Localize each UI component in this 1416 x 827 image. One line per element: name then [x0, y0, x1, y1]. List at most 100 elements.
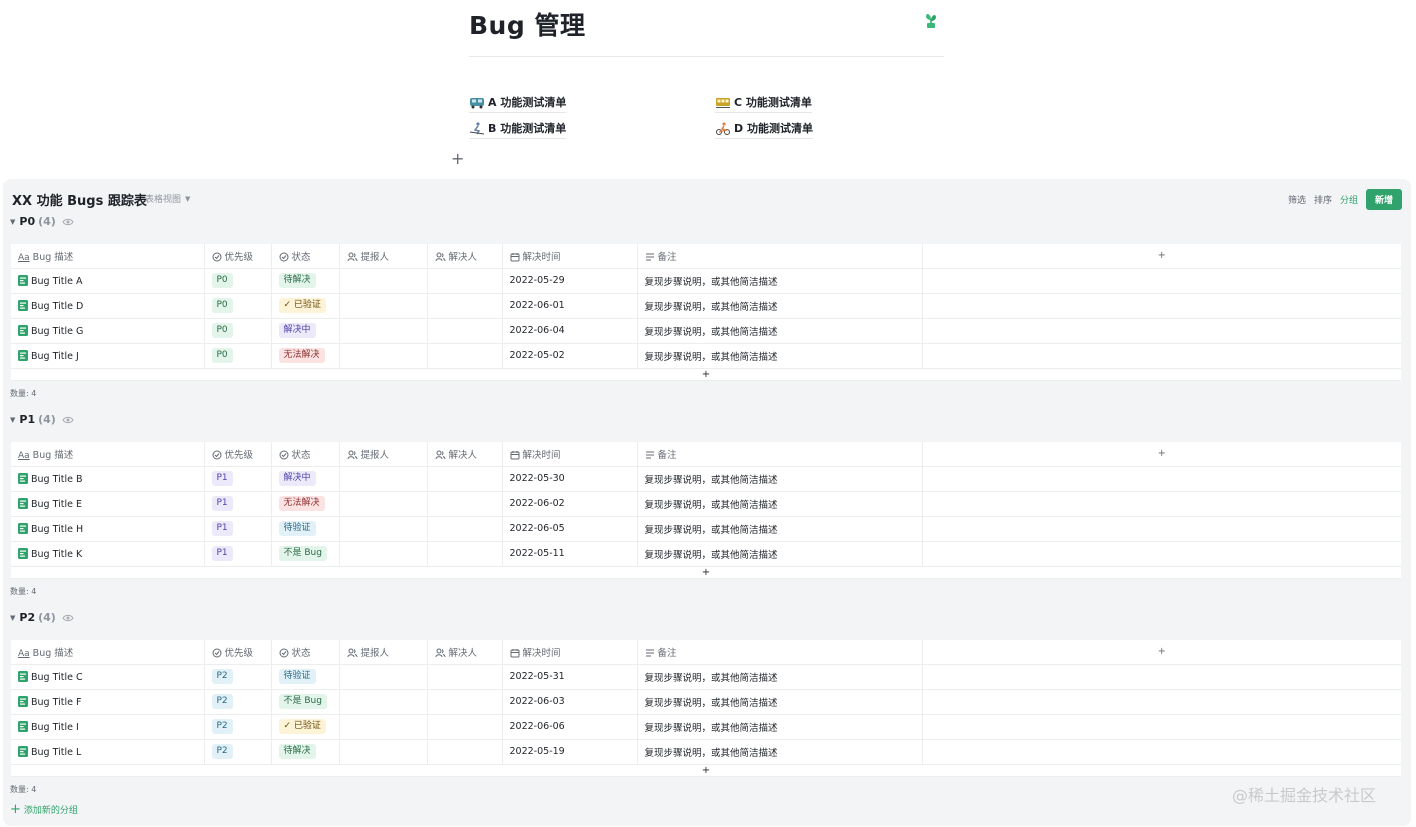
resolver-cell[interactable] — [427, 689, 503, 715]
eye-icon[interactable] — [62, 416, 74, 424]
page-plant-icon[interactable] — [924, 13, 938, 29]
empty-cell[interactable] — [922, 293, 1401, 319]
resolver-cell[interactable] — [427, 739, 503, 765]
reporter-cell[interactable] — [339, 491, 428, 517]
priority-cell[interactable]: P2 — [204, 714, 272, 740]
resolver-cell[interactable] — [427, 516, 503, 542]
note-cell[interactable]: 复现步骤说明，或其他简洁描述 — [637, 714, 923, 740]
empty-cell[interactable] — [922, 541, 1401, 567]
table-row[interactable]: Bug Title E P1 无法解决 2022-06-02 复现步骤说明，或其… — [11, 491, 1401, 517]
note-cell[interactable]: 复现步骤说明，或其他简洁描述 — [637, 516, 923, 542]
eye-icon[interactable] — [62, 614, 74, 622]
bug-title-cell[interactable]: Bug Title G — [11, 318, 205, 344]
column-header[interactable]: 解决时间 — [502, 640, 638, 665]
group-header[interactable]: ▼ P2 (4) — [10, 611, 74, 624]
resolver-cell[interactable] — [427, 714, 503, 740]
column-header[interactable]: 备注 — [637, 442, 923, 467]
bug-title-cell[interactable]: Bug Title E — [11, 491, 205, 517]
empty-cell[interactable] — [922, 343, 1401, 369]
add-row[interactable]: + — [11, 566, 1401, 579]
add-group-button[interactable]: + 添加新的分组 — [10, 803, 78, 817]
empty-cell[interactable] — [922, 516, 1401, 542]
reporter-cell[interactable] — [339, 689, 428, 715]
bug-title-cell[interactable]: Bug Title A — [11, 268, 205, 294]
note-cell[interactable]: 复现步骤说明，或其他简洁描述 — [637, 318, 923, 344]
resolved-date-cell[interactable]: 2022-05-02 — [502, 343, 638, 369]
filter-button[interactable]: 筛选 — [1288, 193, 1306, 206]
column-header[interactable]: 状态 — [271, 442, 340, 467]
table-row[interactable]: Bug Title G P0 解决中 2022-06-04 复现步骤说明，或其他… — [11, 318, 1401, 344]
note-cell[interactable]: 复现步骤说明，或其他简洁描述 — [637, 491, 923, 517]
sort-button[interactable]: 排序 — [1314, 193, 1332, 206]
table-row[interactable]: Bug Title I P2 ✓ 已验证 2022-06-06 复现步骤说明，或… — [11, 714, 1401, 740]
column-header[interactable]: 优先级 — [204, 442, 272, 467]
view-switcher[interactable]: 表格视图 ▼ — [145, 192, 190, 206]
status-cell[interactable]: 待验证 — [271, 664, 340, 690]
column-header[interactable]: 解决时间 — [502, 244, 638, 269]
reporter-cell[interactable] — [339, 268, 428, 294]
priority-cell[interactable]: P1 — [204, 491, 272, 517]
note-cell[interactable]: 复现步骤说明，或其他简洁描述 — [637, 664, 923, 690]
bug-title-cell[interactable]: Bug Title F — [11, 689, 205, 715]
priority-cell[interactable]: P1 — [204, 541, 272, 567]
resolved-date-cell[interactable]: 2022-05-19 — [502, 739, 638, 765]
status-cell[interactable]: ✓ 已验证 — [271, 714, 340, 740]
resolver-cell[interactable] — [427, 541, 503, 567]
priority-cell[interactable]: P1 — [204, 516, 272, 542]
bug-title-cell[interactable]: Bug Title J — [11, 343, 205, 369]
status-cell[interactable]: 解决中 — [271, 318, 340, 344]
priority-cell[interactable]: P2 — [204, 689, 272, 715]
empty-cell[interactable] — [922, 714, 1401, 740]
column-header[interactable]: Aa Bug 描述 — [11, 640, 205, 665]
priority-cell[interactable]: P0 — [204, 293, 272, 319]
reporter-cell[interactable] — [339, 739, 428, 765]
group-button[interactable]: 分组 — [1340, 193, 1358, 206]
note-cell[interactable]: 复现步骤说明，或其他简洁描述 — [637, 739, 923, 765]
table-row[interactable]: Bug Title L P2 待解决 2022-05-19 复现步骤说明，或其他… — [11, 739, 1401, 765]
note-cell[interactable]: 复现步骤说明，或其他简洁描述 — [637, 689, 923, 715]
add-row-plus-icon[interactable]: + — [11, 368, 1401, 381]
reporter-cell[interactable] — [339, 664, 428, 690]
priority-cell[interactable]: P0 — [204, 318, 272, 344]
column-header[interactable]: 优先级 — [204, 640, 272, 665]
status-cell[interactable]: 无法解决 — [271, 491, 340, 517]
table-row[interactable]: Bug Title F P2 不是 Bug 2022-06-03 复现步骤说明，… — [11, 689, 1401, 715]
resolved-date-cell[interactable]: 2022-05-11 — [502, 541, 638, 567]
priority-cell[interactable]: P2 — [204, 664, 272, 690]
bug-title-cell[interactable]: Bug Title B — [11, 466, 205, 492]
table-row[interactable]: Bug Title D P0 ✓ 已验证 2022-06-01 复现步骤说明，或… — [11, 293, 1401, 319]
bug-title-cell[interactable]: Bug Title D — [11, 293, 205, 319]
reporter-cell[interactable] — [339, 343, 428, 369]
status-cell[interactable]: 待解决 — [271, 268, 340, 294]
empty-cell[interactable] — [922, 491, 1401, 517]
resolver-cell[interactable] — [427, 293, 503, 319]
table-row[interactable]: Bug Title B P1 解决中 2022-05-30 复现步骤说明，或其他… — [11, 466, 1401, 492]
link-b-test-list[interactable]: B 功能测试清单 — [469, 120, 567, 139]
add-row-plus-icon[interactable]: + — [11, 566, 1401, 579]
column-header[interactable]: 提报人 — [339, 640, 428, 665]
resolver-cell[interactable] — [427, 466, 503, 492]
resolver-cell[interactable] — [427, 343, 503, 369]
resolved-date-cell[interactable]: 2022-06-02 — [502, 491, 638, 517]
add-block-plus-icon[interactable]: + — [451, 151, 465, 167]
resolved-date-cell[interactable]: 2022-06-06 — [502, 714, 638, 740]
add-row[interactable]: + — [11, 368, 1401, 381]
bug-title-cell[interactable]: Bug Title C — [11, 664, 205, 690]
status-cell[interactable]: ✓ 已验证 — [271, 293, 340, 319]
reporter-cell[interactable] — [339, 466, 428, 492]
column-header[interactable]: 备注 — [637, 244, 923, 269]
resolved-date-cell[interactable]: 2022-05-31 — [502, 664, 638, 690]
status-cell[interactable]: 解决中 — [271, 466, 340, 492]
group-header[interactable]: ▼ P0 (4) — [10, 215, 74, 228]
resolved-date-cell[interactable]: 2022-05-30 — [502, 466, 638, 492]
empty-cell[interactable] — [922, 689, 1401, 715]
priority-cell[interactable]: P0 — [204, 343, 272, 369]
column-header[interactable]: 解决人 — [427, 442, 503, 467]
add-row[interactable]: + — [11, 764, 1401, 777]
bug-title-cell[interactable]: Bug Title K — [11, 541, 205, 567]
link-a-test-list[interactable]: A 功能测试清单 — [469, 94, 567, 113]
reporter-cell[interactable] — [339, 318, 428, 344]
empty-cell[interactable] — [922, 664, 1401, 690]
status-cell[interactable]: 不是 Bug — [271, 689, 340, 715]
resolver-cell[interactable] — [427, 664, 503, 690]
